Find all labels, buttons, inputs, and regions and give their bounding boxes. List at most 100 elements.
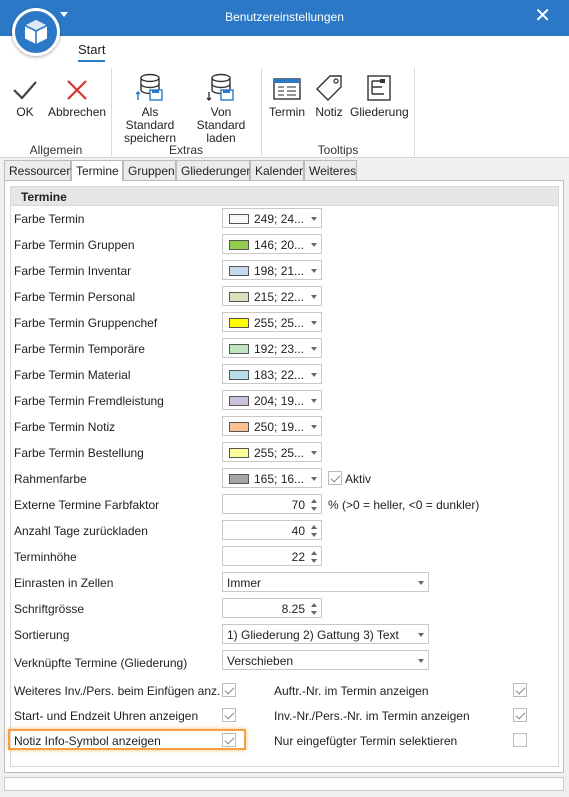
- save-default-button[interactable]: Als Standard speichern: [116, 70, 184, 145]
- color-swatch: [229, 448, 249, 458]
- sortierung-label: Sortierung: [14, 628, 70, 642]
- farbfaktor-label: Externe Termine Farbfaktor: [14, 498, 160, 512]
- save-default-label: Als Standard speichern: [123, 105, 177, 145]
- aktiv-label: Aktiv: [345, 472, 372, 486]
- tooltip-notiz-button[interactable]: Notiz: [312, 70, 346, 119]
- cube-icon: [24, 20, 48, 44]
- color-label: Farbe Termin Inventar: [14, 264, 132, 278]
- chevron-down-icon: [311, 243, 317, 247]
- einrasten-label: Einrasten in Zellen: [14, 576, 114, 590]
- nur-eingefuegt-checkbox[interactable]: [513, 733, 527, 747]
- title-bar: Benutzereinstellungen ✕: [0, 0, 569, 36]
- color-picker[interactable]: 249; 24...: [222, 208, 322, 228]
- chevron-down-icon: [311, 399, 317, 403]
- close-button[interactable]: ✕: [534, 6, 551, 26]
- ribbon-tab-start[interactable]: Start: [78, 42, 106, 62]
- color-picker[interactable]: 255; 25...: [222, 312, 322, 332]
- window-title: Benutzereinstellungen: [225, 10, 344, 24]
- color-value: 255; 25...: [254, 446, 305, 460]
- ribbon: Start OK Abbrechen Allgemein Als Standar…: [0, 36, 569, 158]
- color-picker[interactable]: 146; 20...: [222, 234, 322, 254]
- group-label-tooltips: Tooltips: [317, 143, 359, 157]
- chevron-down-icon: [311, 217, 317, 221]
- tab-ressourcen[interactable]: Ressourcen: [4, 160, 73, 180]
- spin-up-icon[interactable]: [311, 525, 317, 529]
- aktiv-checkbox[interactable]: [328, 471, 342, 485]
- color-picker[interactable]: 183; 22...: [222, 364, 322, 384]
- chevron-down-icon: [311, 347, 317, 351]
- tab-gliederungen[interactable]: Gliederungen: [176, 160, 253, 180]
- tab-weiteres[interactable]: Weiteres: [304, 160, 357, 180]
- color-picker[interactable]: 165; 16...: [222, 468, 322, 488]
- ok-label: OK: [16, 105, 34, 119]
- color-swatch: [229, 318, 249, 328]
- verknuepft-select[interactable]: Verschieben: [222, 650, 429, 670]
- database-save-icon: [135, 73, 163, 101]
- spinner-value: 8.25: [281, 602, 305, 616]
- color-picker[interactable]: 198; 21...: [222, 260, 322, 280]
- terminhoehe-label: Terminhöhe: [14, 550, 77, 564]
- cancel-button[interactable]: Abbrechen: [48, 70, 106, 119]
- color-label: Farbe Termin Bestellung: [14, 446, 144, 460]
- color-label: Farbe Termin Notiz: [14, 420, 116, 434]
- farbfaktor-hint: % (>0 = heller, <0 = dunkler): [328, 498, 480, 512]
- color-value: 250; 19...: [254, 420, 305, 434]
- status-strip: [4, 777, 564, 791]
- color-value: 204; 19...: [254, 394, 305, 408]
- ribbon-separator: [111, 68, 112, 156]
- tab-termine[interactable]: Termine: [71, 160, 123, 181]
- spinner-value: 70: [291, 498, 305, 512]
- spin-up-icon[interactable]: [311, 603, 317, 607]
- farbfaktor-spinner[interactable]: 70: [222, 494, 322, 514]
- color-label: Farbe Termin: [14, 212, 85, 226]
- uhren-checkbox[interactable]: [222, 708, 236, 722]
- color-swatch: [229, 266, 249, 276]
- color-picker[interactable]: 250; 19...: [222, 416, 322, 436]
- color-picker[interactable]: 204; 19...: [222, 390, 322, 410]
- section-title: Termine: [10, 186, 559, 206]
- color-picker[interactable]: 192; 23...: [222, 338, 322, 358]
- sortierung-select[interactable]: 1) Gliederung 2) Gattung 3) Text: [222, 624, 429, 644]
- spin-down-icon[interactable]: [311, 611, 317, 615]
- chevron-down-icon: [311, 321, 317, 325]
- tooltip-notiz-label: Notiz: [315, 105, 343, 119]
- color-picker[interactable]: 255; 25...: [222, 442, 322, 462]
- tooltip-gliederung-button[interactable]: Gliederung: [350, 70, 409, 119]
- color-swatch: [229, 344, 249, 354]
- color-value: 255; 25...: [254, 316, 305, 330]
- color-label: Farbe Termin Gruppenchef: [14, 316, 158, 330]
- spin-down-icon[interactable]: [311, 507, 317, 511]
- color-picker[interactable]: 215; 22...: [222, 286, 322, 306]
- color-label: Farbe Termin Temporäre: [14, 342, 145, 356]
- tage-spinner[interactable]: 40: [222, 520, 322, 540]
- invnr-checkbox[interactable]: [513, 708, 527, 722]
- color-value: 249; 24...: [254, 212, 305, 226]
- color-value: 183; 22...: [254, 368, 305, 382]
- auftragsnr-checkbox[interactable]: [513, 683, 527, 697]
- color-value: 192; 23...: [254, 342, 305, 356]
- spinner-value: 40: [291, 524, 305, 538]
- color-swatch: [229, 474, 249, 484]
- terminhoehe-spinner[interactable]: 22: [222, 546, 322, 566]
- verknuepft-label: Verknüpfte Termine (Gliederung): [14, 656, 188, 670]
- einrasten-select[interactable]: Immer: [222, 572, 429, 592]
- tab-kalender[interactable]: Kalender: [250, 160, 304, 180]
- einfuegen-checkbox[interactable]: [222, 683, 236, 697]
- ok-button[interactable]: OK: [10, 70, 40, 119]
- tab-gruppen[interactable]: Gruppen: [123, 160, 176, 180]
- checkmark-icon: [13, 81, 37, 100]
- schriftgroesse-spinner[interactable]: 8.25: [222, 598, 322, 618]
- chevron-down-icon: [311, 425, 317, 429]
- app-menu-button[interactable]: [12, 8, 60, 56]
- load-default-button[interactable]: Von Standard laden: [186, 70, 256, 145]
- spin-down-icon[interactable]: [311, 533, 317, 537]
- spin-down-icon[interactable]: [311, 559, 317, 563]
- select-value: Immer: [227, 576, 261, 590]
- color-swatch: [229, 292, 249, 302]
- spin-up-icon[interactable]: [311, 551, 317, 555]
- chevron-down-icon: [311, 451, 317, 455]
- tooltip-termin-button[interactable]: Termin: [268, 70, 306, 119]
- color-value: 198; 21...: [254, 264, 305, 278]
- spin-up-icon[interactable]: [311, 499, 317, 503]
- color-label: Farbe Termin Gruppen: [14, 238, 135, 252]
